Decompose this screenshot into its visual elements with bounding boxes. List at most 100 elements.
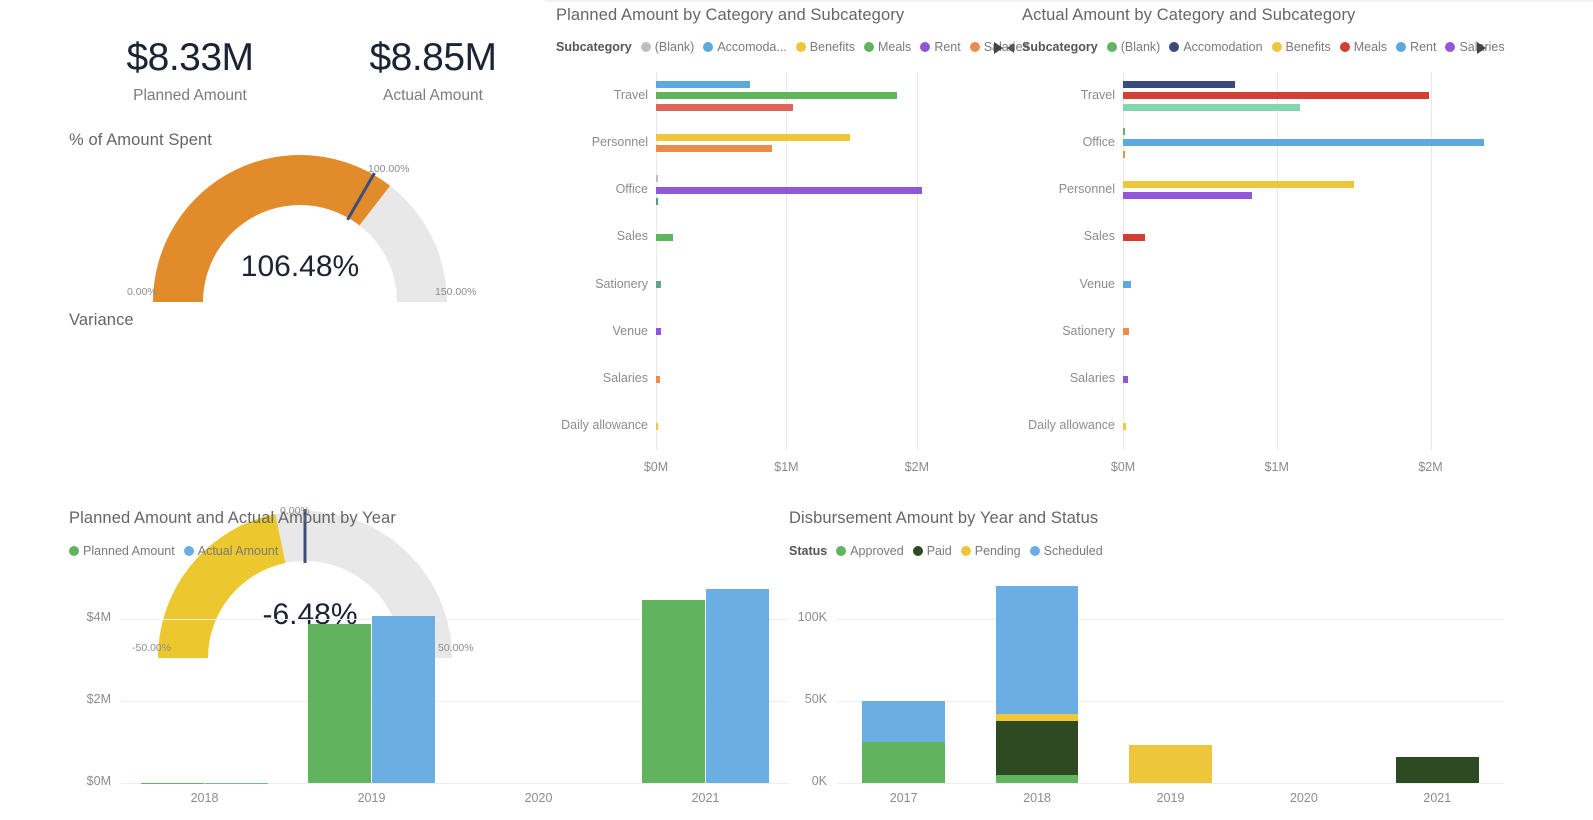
legend-label-benefits: Benefits — [809, 40, 855, 54]
chart-disbursement-plot[interactable]: 0K 50K 100K 2017 2018 2019 2020 2021 — [789, 570, 1504, 820]
bar-segment[interactable] — [1129, 745, 1212, 783]
legend-item-scheduled[interactable]: Scheduled — [1029, 544, 1103, 558]
bar-segment[interactable] — [995, 714, 1079, 721]
legend-title: Subcategory — [556, 40, 632, 54]
legend-item-accomodation[interactable]: Accomoda... — [703, 40, 787, 54]
bar[interactable] — [705, 589, 769, 783]
x-axis-tick: $1M — [1264, 460, 1289, 474]
bar[interactable] — [1123, 103, 1300, 111]
bar[interactable] — [371, 615, 435, 783]
legend-swatch-blank — [640, 42, 651, 52]
x-axis-tick: $0M — [643, 460, 669, 474]
chart-year-amounts-plot[interactable]: $0M $2M $4M 2018 2019 2020 2021 — [69, 570, 789, 820]
legend-next-page-icon[interactable] — [991, 40, 1005, 56]
kpi-planned-label: Planned Amount — [133, 87, 247, 104]
y-axis-tick: 100K — [797, 610, 827, 625]
bar[interactable] — [1123, 150, 1126, 158]
category-label: Daily allowance — [561, 418, 648, 433]
bar-segment[interactable] — [862, 742, 946, 783]
legend-label-accomodation: Accomodation — [1183, 40, 1263, 54]
bar[interactable] — [656, 186, 923, 194]
bar[interactable] — [1123, 139, 1485, 147]
bar[interactable] — [1123, 328, 1129, 336]
legend-swatch-benefits — [1271, 42, 1282, 52]
bar[interactable] — [1123, 375, 1128, 383]
legend-item-meals[interactable]: Meals — [863, 40, 911, 54]
chart-actual-category-plot[interactable]: $0M $1M $2M Travel Office Personnel Sales Venue… — [1022, 72, 1492, 492]
legend-title: Subcategory — [1022, 40, 1098, 54]
category-label: Venue — [612, 323, 648, 338]
chart-planned-category-plot[interactable]: $0M $1M $2M Travel Personnel Office Sales Satio… — [556, 72, 956, 492]
y-axis-tick: 0K — [811, 774, 827, 788]
bar[interactable] — [656, 328, 661, 336]
category-label: Salaries — [1069, 371, 1115, 386]
legend-item-accomodation[interactable]: Accomodation — [1169, 40, 1263, 54]
bar-segment[interactable] — [1395, 756, 1479, 783]
bar[interactable] — [656, 281, 662, 289]
bar-segment[interactable] — [862, 701, 946, 743]
legend-item-benefits[interactable]: Benefits — [795, 40, 855, 54]
bar[interactable] — [1123, 233, 1146, 241]
legend-item-pending[interactable]: Pending — [960, 544, 1021, 558]
gauge-spent-min-label: 0.00% — [127, 286, 157, 298]
bar[interactable] — [1123, 281, 1131, 289]
bar[interactable] — [656, 145, 773, 153]
bar[interactable] — [656, 422, 659, 430]
bar[interactable] — [1123, 80, 1236, 88]
bar[interactable] — [308, 624, 372, 783]
legend-swatch-meals — [863, 42, 874, 52]
bar[interactable] — [1123, 180, 1354, 188]
bar[interactable] — [1123, 192, 1253, 200]
chart-actual-category-legend: Subcategory (Blank) Accomodation Benefit… — [1022, 40, 1505, 54]
kpi-planned-value: $8.33M — [126, 36, 254, 79]
x-axis-tick: 2019 — [357, 791, 386, 805]
bar[interactable] — [656, 92, 898, 100]
bar[interactable] — [1123, 92, 1429, 100]
x-axis-tick: 2019 — [1156, 791, 1185, 805]
bar[interactable] — [1123, 127, 1125, 135]
chart-planned-category-title: Planned Amount by Category and Subcatego… — [556, 6, 905, 24]
legend-item-blank[interactable]: (Blank) — [1106, 40, 1161, 54]
legend-swatch-planned — [69, 546, 79, 556]
category-label: Personnel — [1058, 182, 1115, 197]
legend-item-rent[interactable]: Rent — [1396, 40, 1436, 54]
legend-swatch-approved — [836, 546, 847, 556]
legend-item-planned[interactable]: Planned Amount — [69, 544, 175, 558]
legend-item-blank[interactable]: (Blank) — [640, 40, 694, 54]
x-axis-tick: 2021 — [691, 791, 720, 805]
gauge-variance-title: Variance — [69, 311, 134, 329]
category-label: Venue — [1079, 276, 1115, 291]
bar-segment[interactable] — [995, 774, 1079, 783]
bar-segment[interactable] — [995, 720, 1079, 775]
legend-swatch-rent — [920, 42, 931, 52]
bar[interactable] — [656, 103, 793, 111]
legend-item-benefits[interactable]: Benefits — [1271, 40, 1331, 54]
bar[interactable] — [656, 375, 660, 383]
x-axis-tick: 2018 — [190, 791, 219, 805]
legend-item-approved[interactable]: Approved — [836, 544, 904, 558]
bar[interactable] — [656, 233, 673, 241]
legend-item-rent[interactable]: Rent — [920, 40, 961, 54]
legend-prev-page-icon[interactable] — [1006, 40, 1020, 56]
bar[interactable] — [642, 600, 706, 783]
bar-segment[interactable] — [995, 586, 1079, 715]
legend-swatch-rent — [1396, 42, 1407, 52]
legend-swatch-benefits — [795, 42, 806, 52]
legend-item-meals[interactable]: Meals — [1339, 40, 1387, 54]
top-divider — [545, 0, 1593, 2]
bar[interactable] — [656, 175, 658, 183]
gridline — [837, 619, 1504, 621]
bar[interactable] — [656, 80, 750, 88]
gauge-percent-spent[interactable]: 106.48% 0.00% 150.00% 100.00% — [100, 150, 500, 310]
legend-next-page-icon-2[interactable] — [1474, 40, 1488, 56]
x-axis-tick: $0M — [1110, 460, 1136, 474]
bar[interactable] — [656, 133, 851, 141]
bar[interactable] — [1123, 422, 1127, 430]
legend-label-approved: Approved — [850, 544, 904, 558]
legend-label-blank: (Blank) — [1120, 40, 1161, 54]
legend-item-actual[interactable]: Actual Amount — [183, 544, 278, 558]
bar[interactable] — [656, 198, 659, 206]
legend-item-paid[interactable]: Paid — [912, 544, 952, 558]
legend-swatch-salaries — [1445, 42, 1456, 52]
gauge-spent-value: 106.48% — [240, 250, 360, 283]
